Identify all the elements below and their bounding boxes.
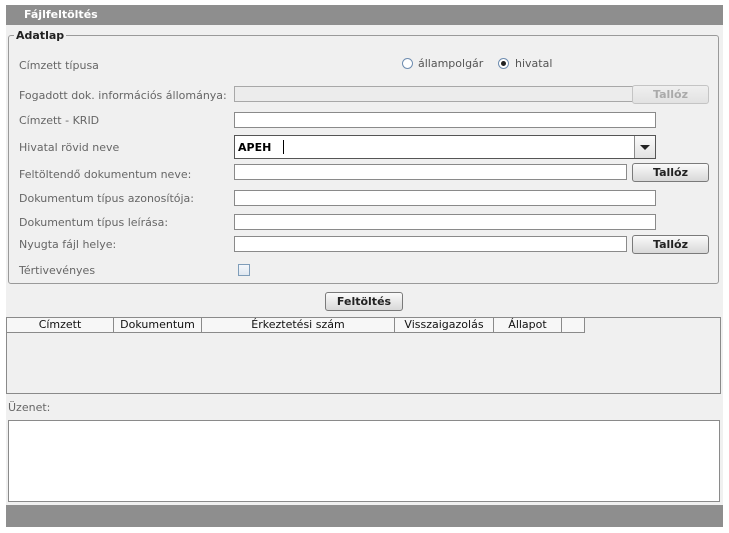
window-titlebar: Fájlfeltöltés xyxy=(6,5,723,25)
column-header-status[interactable]: Állapot xyxy=(494,318,562,333)
upload-doc-browse-button[interactable]: Tallóz xyxy=(632,163,709,182)
column-header-document[interactable]: Dokumentum xyxy=(114,318,202,333)
recipient-krid-label: Címzett - KRID xyxy=(19,114,100,127)
office-short-name-label: Hivatal rövid neve xyxy=(19,141,120,154)
main-panel: Adatlap Címzett típusa állampolgár hivat… xyxy=(6,25,723,505)
upload-doc-name-input[interactable] xyxy=(234,164,627,180)
office-short-name-combo[interactable]: APEH xyxy=(234,135,656,159)
recipient-type-label: Címzett típusa xyxy=(19,59,99,72)
text-caret xyxy=(283,140,284,154)
results-table: Címzett Dokumentum Érkeztetési szám Viss… xyxy=(6,317,721,394)
column-header-registration-number[interactable]: Érkeztetési szám xyxy=(202,318,395,333)
receipt-file-location-input[interactable] xyxy=(234,236,627,252)
fieldset-legend: Adatlap xyxy=(14,29,67,42)
recipient-krid-input[interactable] xyxy=(234,112,656,128)
doc-type-desc-label: Dokumentum típus leírása: xyxy=(19,216,169,229)
office-short-name-value: APEH xyxy=(238,141,272,154)
radio-citizen[interactable] xyxy=(402,58,413,69)
received-doc-browse-button: Tallóz xyxy=(632,85,709,104)
table-header: Címzett Dokumentum Érkeztetési szám Viss… xyxy=(7,318,720,333)
window-title: Fájlfeltöltés xyxy=(24,8,98,21)
message-label: Üzenet: xyxy=(8,401,51,414)
radio-citizen-label[interactable]: állampolgár xyxy=(418,57,483,70)
data-sheet-fieldset: Adatlap Címzett típusa állampolgár hivat… xyxy=(8,29,719,284)
doc-type-desc-input[interactable] xyxy=(234,214,656,230)
doc-type-id-label: Dokumentum típus azonosítója: xyxy=(19,192,194,205)
doc-type-id-input[interactable] xyxy=(234,190,656,206)
chevron-down-icon[interactable] xyxy=(634,136,655,158)
window-footer xyxy=(6,505,723,527)
upload-button[interactable]: Feltöltés xyxy=(325,292,403,311)
receipt-file-browse-button[interactable]: Tallóz xyxy=(632,235,709,254)
column-header-extra[interactable] xyxy=(562,318,585,333)
return-receipt-label: Tértivevényes xyxy=(19,264,96,277)
received-doc-info-input xyxy=(234,86,656,102)
radio-office-label[interactable]: hivatal xyxy=(515,57,552,70)
column-header-recipient[interactable]: Címzett xyxy=(7,318,114,333)
radio-office[interactable] xyxy=(498,58,509,69)
receipt-file-location-label: Nyugta fájl helye: xyxy=(19,238,117,251)
message-textarea[interactable] xyxy=(8,420,720,502)
received-doc-info-label: Fogadott dok. információs állománya: xyxy=(19,89,227,102)
return-receipt-checkbox[interactable] xyxy=(238,264,250,276)
upload-doc-name-label: Feltöltendő dokumentum neve: xyxy=(19,168,192,181)
column-header-confirmation[interactable]: Visszaigazolás xyxy=(395,318,494,333)
